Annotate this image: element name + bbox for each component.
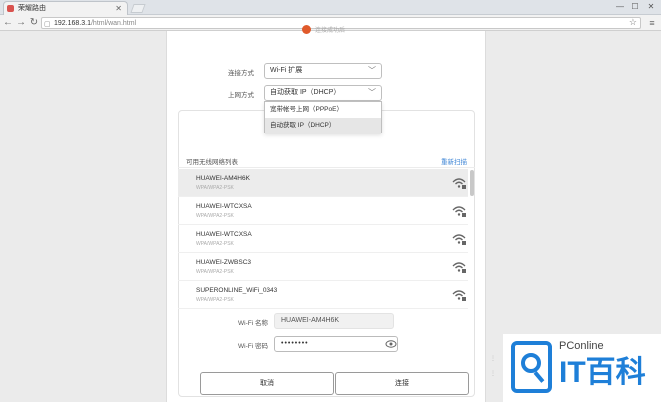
logo-mark-text: IT百科 [559, 356, 646, 389]
wifi-lock-icon [452, 178, 466, 189]
divider [178, 167, 475, 168]
wifi-row[interactable]: HUAWEI-AM4H6K WPA/WPA2-PSK [178, 169, 468, 197]
option-pppoe[interactable]: 宽带帐号上网（PPPoE） [265, 102, 381, 118]
wifi-ssid: HUAWEI-WTCXSA [196, 231, 252, 238]
wifi-ssid: HUAWEI-WTCXSA [196, 203, 252, 210]
wifi-lock-icon [452, 262, 466, 273]
favicon-icon [7, 5, 14, 12]
mode-value: Wi-Fi 扩展 [270, 67, 303, 74]
wifi-security: WPA/WPA2-PSK [196, 213, 234, 219]
url-host: 192.168.3.1 [54, 20, 91, 27]
menu-icon[interactable]: ≡ [646, 17, 658, 29]
decorative-dots: ⋮ [490, 371, 496, 377]
wifi-row[interactable]: HUAWEI-ZWBSC3 WPA/WPA2-PSK [178, 253, 468, 281]
page-info-icon: ▢ [44, 21, 51, 28]
tab-title: 荣耀路由 [18, 5, 46, 12]
show-password-icon[interactable] [385, 338, 397, 350]
logo-brand: PConline [559, 340, 604, 352]
wifi-ssid: HUAWEI-AM4H6K [196, 175, 250, 182]
wifi-row[interactable]: SUPERONLINE_WiFi_0343 WPA/WPA2-PSK [178, 281, 468, 309]
wifi-password-field[interactable]: •••••••• [274, 336, 398, 352]
wifi-security: WPA/WPA2-PSK [196, 241, 234, 247]
maximize-icon[interactable]: ☐ [629, 2, 641, 11]
cancel-button[interactable]: 取消 [200, 372, 334, 395]
wifi-name-label: Wi-Fi 名称 [238, 320, 268, 327]
wifi-security: WPA/WPA2-PSK [196, 185, 234, 191]
wifi-name-field: HUAWEI-AM4H6K [274, 313, 394, 329]
uplink-select[interactable]: 自动获取 IP（DHCP） ﹀ [264, 85, 382, 101]
decorative-dots: ⋮ [490, 356, 496, 362]
wifi-password-value: •••••••• [281, 340, 309, 347]
close-tab-icon[interactable]: ✕ [115, 2, 122, 15]
mode-select[interactable]: Wi-Fi 扩展 ﹀ [264, 63, 382, 79]
chevron-down-icon: ﹀ [368, 66, 376, 75]
wifi-lock-icon [452, 206, 466, 217]
uplink-label: 上网方式 [228, 92, 254, 99]
wifi-security: WPA/WPA2-PSK [196, 269, 234, 275]
close-window-icon[interactable]: ✕ [645, 2, 657, 11]
rescan-link[interactable]: 重新扫描 [441, 156, 467, 166]
header-note: 连接成功后 [315, 28, 346, 34]
connect-button[interactable]: 连接 [335, 372, 469, 395]
forward-icon[interactable]: → [15, 16, 27, 30]
chevron-down-icon: ﹀ [368, 88, 376, 97]
bookmark-star-icon[interactable]: ☆ [629, 17, 637, 28]
browser-tab[interactable]: 荣耀路由 ✕ [3, 1, 128, 15]
pconline-logo: PConline IT百科 [503, 334, 661, 402]
mode-label: 连接方式 [228, 70, 254, 77]
wifi-lock-icon [452, 234, 466, 245]
wifi-row[interactable]: HUAWEI-WTCXSA WPA/WPA2-PSK [178, 225, 468, 253]
url-path: /html/wan.html [90, 20, 137, 27]
wifi-list-title: 可用无线网络列表 [186, 159, 238, 166]
option-dhcp[interactable]: 自动获取 IP（DHCP） [265, 118, 381, 134]
uplink-dropdown: 宽带帐号上网（PPPoE） 自动获取 IP（DHCP） [264, 101, 382, 134]
list-scrollbar[interactable] [470, 170, 474, 196]
pconline-mark-icon [511, 341, 552, 393]
reload-icon[interactable]: ↻ [28, 16, 40, 30]
tab-strip: 荣耀路由 ✕ — ☐ ✕ [0, 0, 661, 15]
wifi-row[interactable]: HUAWEI-WTCXSA WPA/WPA2-PSK [178, 197, 468, 225]
back-icon[interactable]: ← [2, 16, 14, 30]
wifi-name-value: HUAWEI-AM4H6K [281, 317, 340, 324]
wifi-security: WPA/WPA2-PSK [196, 297, 234, 303]
status-dot-icon [302, 25, 311, 34]
uplink-value: 自动获取 IP（DHCP） [270, 89, 341, 96]
minimize-icon[interactable]: — [614, 2, 626, 11]
new-tab-button[interactable] [130, 4, 146, 13]
wifi-ssid: SUPERONLINE_WiFi_0343 [196, 287, 278, 294]
wifi-lock-icon [452, 290, 466, 301]
wifi-password-label: Wi-Fi 密码 [238, 343, 268, 350]
wifi-ssid: HUAWEI-ZWBSC3 [196, 259, 252, 266]
